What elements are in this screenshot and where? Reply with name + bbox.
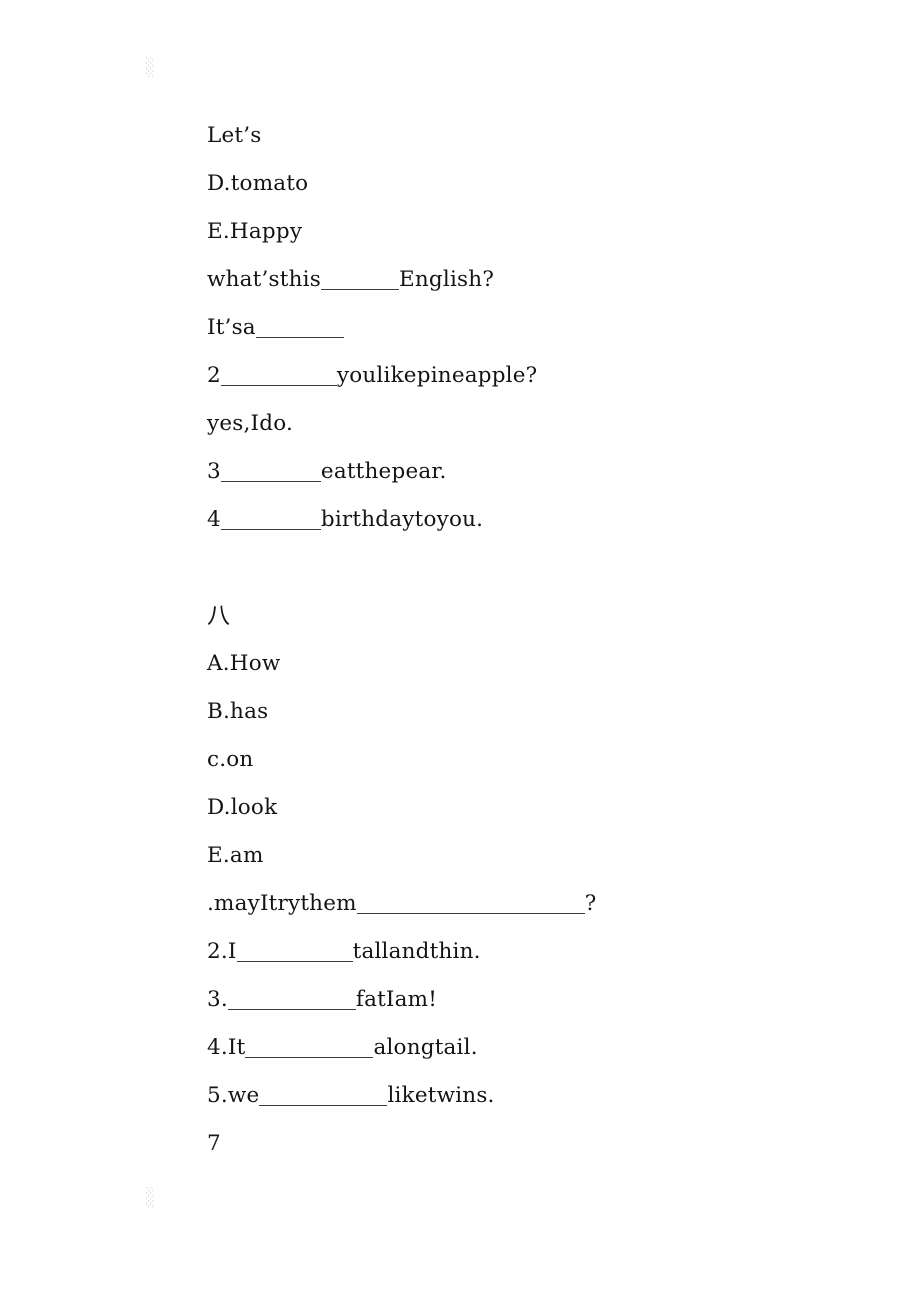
line-text-before: E.am	[207, 843, 264, 868]
scan-artifact-top-icon: ░	[146, 57, 155, 78]
line-lets: Let’s	[207, 112, 867, 160]
line-text-after: alongtail.	[373, 1035, 478, 1060]
line-option-e-am: E.am	[207, 832, 867, 880]
line-option-a-how: A.How	[207, 640, 867, 688]
fill-in-blank[interactable]	[245, 1036, 374, 1058]
fill-in-blank[interactable]	[259, 1084, 388, 1106]
line-q1-may-i-try: .mayItrythem?	[207, 880, 867, 928]
line-q2-tall-and-thin: 2.I tallandthin.	[207, 928, 867, 976]
line-text-before: what’sthis	[207, 267, 321, 292]
line-text-before: E.Happy	[207, 219, 303, 244]
scan-artifact-bottom-icon: ░	[146, 1187, 155, 1208]
block-separator	[207, 544, 867, 592]
line-text-before: D.tomato	[207, 171, 309, 196]
line-text-before: B.has	[207, 699, 269, 724]
line-text-before: 2	[207, 363, 221, 388]
line-text-before: yes,Ido.	[207, 411, 293, 436]
line-text-before: 2.I	[207, 939, 237, 964]
line-text-before: 5.we	[207, 1083, 260, 1108]
line-option-d-look: D.look	[207, 784, 867, 832]
line-its-a: It’sa	[207, 304, 867, 352]
line-text-before: D.look	[207, 795, 278, 820]
fill-in-blank[interactable]	[356, 892, 585, 914]
fill-in-blank[interactable]	[220, 364, 337, 386]
line-q5-like-twins: 5.we liketwins.	[207, 1072, 867, 1120]
fill-in-blank[interactable]	[220, 460, 321, 482]
line-text-before: 4.It	[207, 1035, 246, 1060]
line-text-after: tallandthin.	[352, 939, 481, 964]
line-text-after: English?	[398, 267, 495, 292]
line-text-before: c.on	[207, 747, 254, 772]
line-option-c-on: c.on	[207, 736, 867, 784]
line-text-after: ?	[584, 891, 597, 916]
exercise-block-eight: 八 A.How B.has c.on D.look E.am .mayItryt…	[207, 592, 867, 1168]
line-text-before: 3	[207, 459, 221, 484]
line-q2-pineapple: 2 youlikepineapple?	[207, 352, 867, 400]
line-text-after: eatthepear.	[320, 459, 447, 484]
fill-in-blank[interactable]	[227, 988, 356, 1010]
line-text-after: youlikepineapple?	[336, 363, 538, 388]
line-text-before: It’sa	[207, 315, 256, 340]
document-page: ░ Let’s D.tomato E.Happy what’sthis Engli…	[0, 0, 920, 1302]
line-option-d-tomato: D.tomato	[207, 160, 867, 208]
fill-in-blank[interactable]	[320, 268, 399, 290]
line-option-e-happy: E.Happy	[207, 208, 867, 256]
exercise-block-seven: Let’s D.tomato E.Happy what’sthis English…	[207, 112, 867, 544]
line-text-after: fatIam!	[355, 987, 438, 1012]
line-what-is-this: what’sthis English?	[207, 256, 867, 304]
section-heading-eight: 八	[207, 603, 230, 629]
line-text-before: Let’s	[207, 123, 262, 148]
line-q4-birthday: 4 birthdaytoyou.	[207, 496, 867, 544]
page-number: 7	[207, 1131, 221, 1156]
line-answer-yes-i-do: yes,Ido.	[207, 400, 867, 448]
line-text-after: birthdaytoyou.	[320, 507, 484, 532]
fill-in-blank[interactable]	[255, 316, 344, 338]
line-text-before: 4	[207, 507, 221, 532]
line-text-after: liketwins.	[387, 1083, 495, 1108]
line-text-before: 3.	[207, 987, 228, 1012]
fill-in-blank[interactable]	[236, 940, 353, 962]
fill-in-blank[interactable]	[220, 508, 321, 530]
document-body: Let’s D.tomato E.Happy what’sthis English…	[207, 112, 867, 1168]
line-q4-long-tail: 4.It alongtail.	[207, 1024, 867, 1072]
line-q3-fat-i-am: 3. fatIam!	[207, 976, 867, 1024]
line-option-b-has: B.has	[207, 688, 867, 736]
line-q3-eat-pear: 3 eatthepear.	[207, 448, 867, 496]
line-text-before: .mayItrythem	[207, 891, 357, 916]
line-text-before: A.How	[207, 651, 281, 676]
